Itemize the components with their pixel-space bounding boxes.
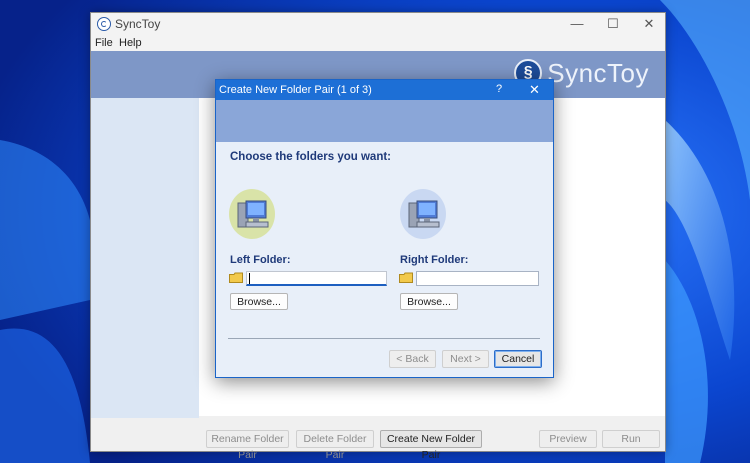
dialog-close-button[interactable]: ✕ <box>529 82 540 98</box>
text-caret <box>249 273 250 284</box>
left-computer-icon <box>229 189 275 239</box>
back-button[interactable]: < Back <box>389 350 436 368</box>
right-folder-input[interactable] <box>416 271 539 286</box>
folder-icon <box>399 272 413 283</box>
right-folder-label: Right Folder: <box>400 254 469 266</box>
action-bar: Rename Folder Pair Delete Folder Pair Cr… <box>91 418 665 461</box>
dialog-titlebar: Create New Folder Pair (1 of 3) ? ✕ <box>216 80 553 100</box>
browse-left-button[interactable]: Browse... <box>230 293 288 310</box>
preview-button[interactable]: Preview <box>539 430 597 448</box>
synctoy-logo-icon <box>97 17 111 31</box>
menu-bar: File Help <box>91 35 665 51</box>
run-button[interactable]: Run <box>602 430 660 448</box>
dialog-help-button[interactable]: ? <box>496 83 502 95</box>
left-folder-input[interactable] <box>246 271 387 286</box>
cancel-button[interactable]: Cancel <box>494 350 542 368</box>
minimize-button[interactable]: — <box>559 13 595 35</box>
brand-name: SyncToy <box>547 57 649 88</box>
dialog-heading: Choose the folders you want: <box>230 151 392 163</box>
window-titlebar: SyncToy — ☐ ✕ <box>91 13 665 35</box>
close-button[interactable]: ✕ <box>631 13 667 35</box>
maximize-button[interactable]: ☐ <box>595 13 631 35</box>
rename-folder-pair-button[interactable]: Rename Folder Pair <box>206 430 289 461</box>
folder-icon <box>229 272 243 283</box>
next-button[interactable]: Next > <box>442 350 489 368</box>
dialog-title: Create New Folder Pair (1 of 3) <box>219 84 372 96</box>
window-title: SyncToy <box>115 17 161 31</box>
folder-pair-list <box>91 98 199 418</box>
browse-right-button[interactable]: Browse... <box>400 293 458 310</box>
menu-file[interactable]: File <box>95 37 113 49</box>
dialog-separator <box>228 338 540 339</box>
dialog-banner <box>216 100 553 142</box>
left-folder-label: Left Folder: <box>230 254 291 266</box>
create-folder-pair-dialog: Create New Folder Pair (1 of 3) ? ✕ Choo… <box>215 79 554 378</box>
menu-help[interactable]: Help <box>119 37 142 49</box>
create-new-folder-pair-button[interactable]: Create New Folder Pair <box>380 430 482 461</box>
right-computer-icon <box>400 189 446 239</box>
delete-folder-pair-button[interactable]: Delete Folder Pair <box>296 430 374 461</box>
